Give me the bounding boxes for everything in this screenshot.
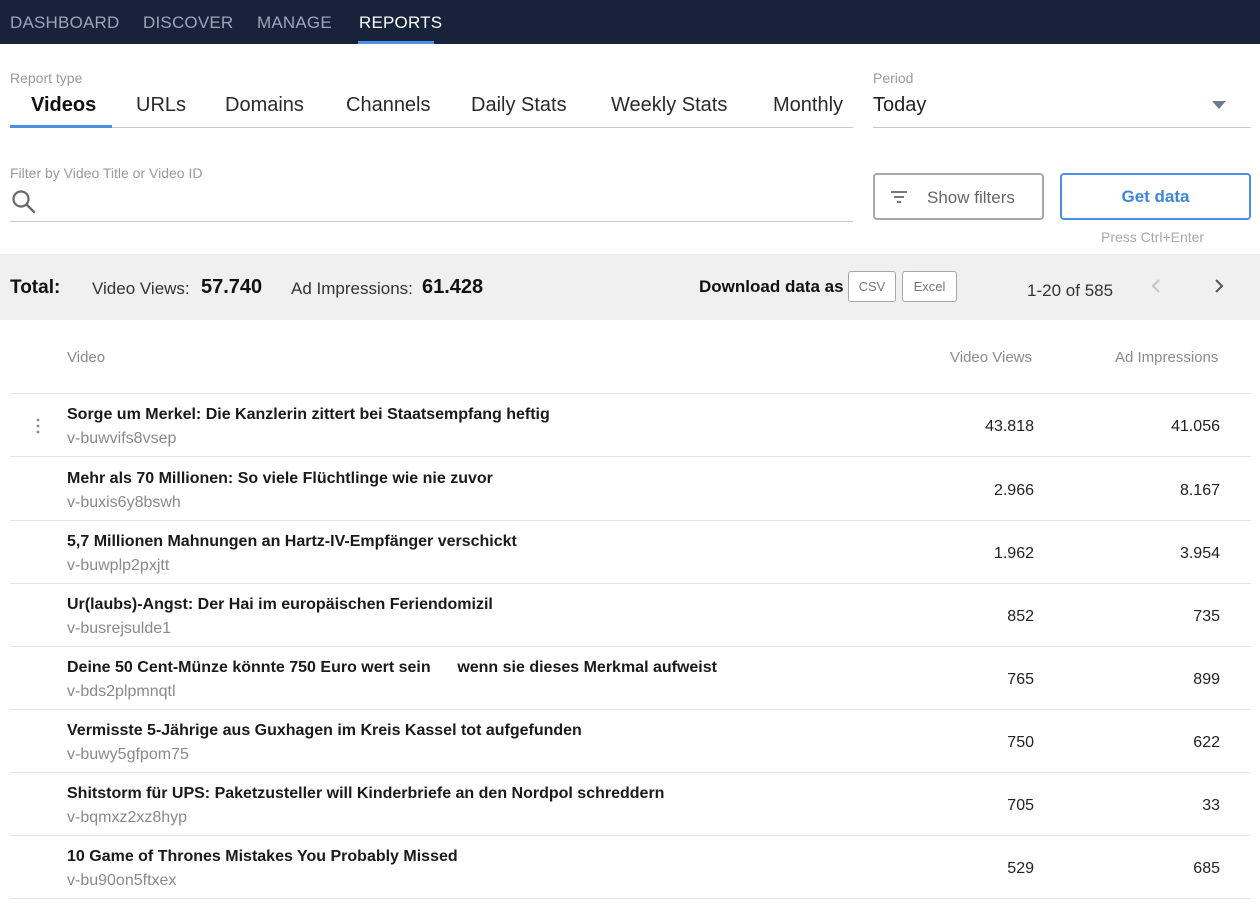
totals-label: Total: [10,277,61,298]
totals-bar: Total: Video Views: 57.740 Ad Impression… [0,254,1260,320]
video-title[interactable]: Mehr als 70 Millionen: So viele Flüchtli… [67,470,493,488]
ad-impressions: 622 [1193,734,1220,751]
tab-daily-stats[interactable]: Daily Stats [471,94,567,117]
column-header-video[interactable]: Video [67,349,105,366]
keyboard-hint: Press Ctrl+Enter [1101,229,1205,245]
period-label: Period [873,70,914,86]
video-title[interactable]: 10 Game of Thrones Mistakes You Probably… [67,848,458,866]
video-id: v-busrejsulde1 [67,620,172,637]
ad-impressions: 685 [1193,860,1220,877]
ad-impressions: 3.954 [1179,545,1220,562]
filter-label: Filter by Video Title or Video ID [10,165,203,181]
tab-monthly[interactable]: Monthly [773,94,843,117]
video-views: 43.818 [985,418,1034,435]
nav-dashboard[interactable]: DASHBOARD [10,0,120,44]
column-header-video-views[interactable]: Video Views [950,349,1032,366]
get-data-button[interactable]: Get data [1060,173,1251,220]
nav-discover[interactable]: DISCOVER [143,0,233,44]
ad-impressions: 33 [1202,797,1220,814]
excel-button[interactable]: Excel [902,271,957,302]
video-id: v-buwplp2pxjtt [67,557,170,574]
download-label: Download data as [699,277,844,296]
total-impressions-label: Ad Impressions: [291,279,413,298]
more-vertical-icon[interactable] [34,416,42,436]
tab-weekly-stats[interactable]: Weekly Stats [611,94,727,117]
top-navigation: DASHBOARD DISCOVER MANAGE REPORTS [0,0,1260,44]
report-type-active-indicator [10,125,112,128]
table-row[interactable]: Sorge um Merkel: Die Kanzlerin zittert b… [10,394,1251,457]
video-title[interactable]: Sorge um Merkel: Die Kanzlerin zittert b… [67,406,550,424]
video-title[interactable]: Deine 50 Cent-Münze könnte 750 Euro wert… [67,659,717,677]
pagination-info: 1-20 of 585 [1027,281,1113,301]
video-title[interactable]: 5,7 Millionen Mahnungen an Hartz-IV-Empf… [67,533,517,551]
table-row[interactable]: 5,7 Millionen Mahnungen an Hartz-IV-Empf… [10,521,1251,584]
video-id: v-bqmxz2xz8hyp [67,809,188,826]
table-row[interactable]: Vermisste 5-Jährige aus Guxhagen im Krei… [10,710,1251,773]
table-row[interactable]: Shitstorm für UPS: Paketzusteller will K… [10,773,1251,836]
video-views: 750 [1007,734,1034,751]
tab-videos[interactable]: Videos [31,94,96,117]
pagination-total: 585 [1084,281,1114,300]
ad-impressions: 735 [1193,608,1220,625]
search-icon [12,190,36,214]
csv-button[interactable]: CSV [848,271,896,302]
video-views: 852 [1007,608,1034,625]
chevron-right-icon[interactable] [1209,276,1229,296]
column-header-ad-impressions[interactable]: Ad Impressions [1115,349,1218,366]
pagination-of: of [1065,281,1080,300]
table-row[interactable]: Mehr als 70 Millionen: So viele Flüchtli… [10,458,1251,521]
video-views: 705 [1007,797,1034,814]
tab-domains[interactable]: Domains [225,94,304,117]
video-id: v-bds2plpmnqtl [67,683,176,700]
report-type-label: Report type [10,70,83,86]
pagination-range: 1-20 [1027,281,1062,300]
video-id: v-buwy5gfpom75 [67,746,189,763]
video-id: v-buxis6y8bswh [67,494,181,511]
filter-input[interactable] [10,221,853,222]
video-title[interactable]: Ur(laubs)-Angst: Der Hai im europäischen… [67,596,493,614]
tab-urls[interactable]: URLs [136,94,186,117]
table-row[interactable]: 10 Game of Thrones Mistakes You Probably… [10,836,1251,899]
ad-impressions: 899 [1193,671,1220,688]
total-views-label: Video Views: [92,279,190,298]
period-select[interactable]: Today [873,94,926,117]
video-id: v-buwvifs8vsep [67,430,177,447]
table-row[interactable]: Deine 50 Cent-Münze könnte 750 Euro wert… [10,647,1251,710]
show-filters-button[interactable]: Show filters [873,173,1044,220]
table-row[interactable]: Ur(laubs)-Angst: Der Hai im europäischen… [10,584,1251,647]
caret-down-icon[interactable] [1212,101,1226,109]
video-views: 2.966 [993,482,1034,499]
tab-channels[interactable]: Channels [346,94,431,117]
nav-reports[interactable]: REPORTS [359,0,442,44]
nav-manage[interactable]: MANAGE [257,0,332,44]
video-title[interactable]: Vermisste 5-Jährige aus Guxhagen im Krei… [67,722,582,740]
video-title[interactable]: Shitstorm für UPS: Paketzusteller will K… [67,785,664,803]
report-type-divider [10,127,853,128]
chevron-left-icon[interactable] [1147,276,1167,296]
total-views-value: 57.740 [201,276,263,298]
period-underline [873,127,1251,128]
video-views: 765 [1007,671,1034,688]
nav-active-indicator [358,41,434,44]
ad-impressions: 8.167 [1179,482,1220,499]
ad-impressions: 41.056 [1171,418,1220,435]
total-impressions-value: 61.428 [422,276,484,298]
filter-icon [891,191,907,203]
video-views: 529 [1007,860,1034,877]
video-views: 1.962 [993,545,1034,562]
video-id: v-bu90on5ftxex [67,872,177,889]
show-filters-label: Show filters [927,188,1015,207]
